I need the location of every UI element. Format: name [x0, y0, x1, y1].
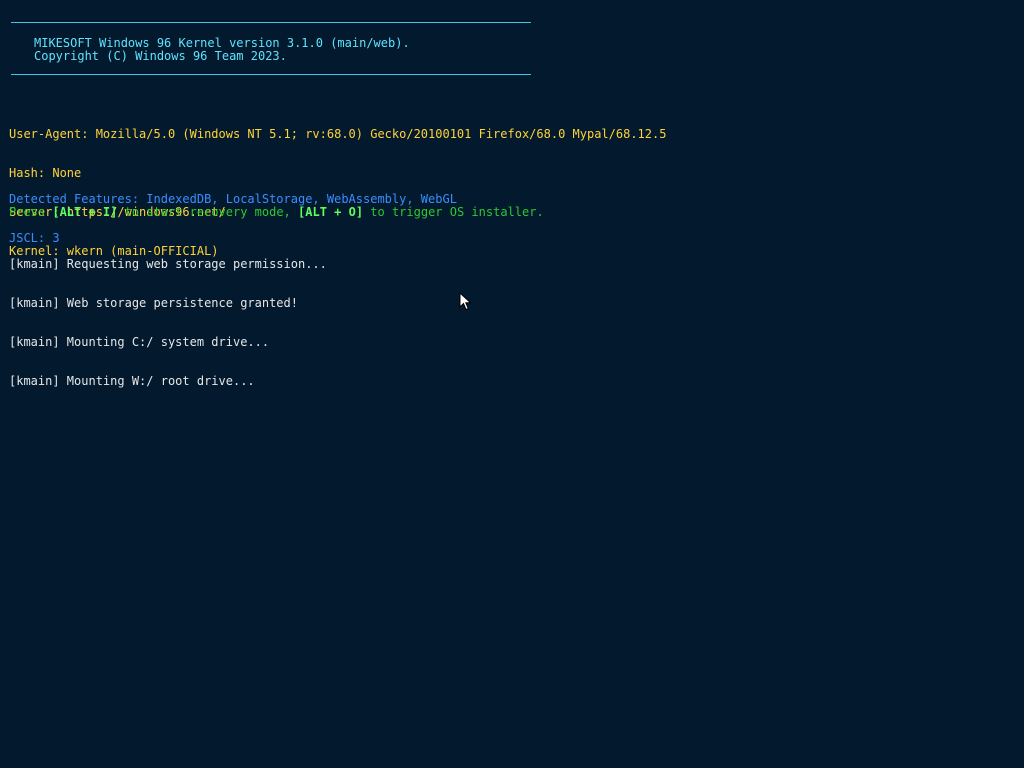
banner-top-rule [11, 22, 531, 23]
user-agent-line: User-Agent: Mozilla/5.0 (Windows NT 5.1;… [9, 127, 667, 141]
recovery-hint-line: Press [ALT + I] to start recovery mode, … [9, 206, 544, 219]
log-line: [kmain] Mounting W:/ root drive... [9, 374, 255, 388]
mouse-pointer-icon [459, 292, 472, 311]
boot-console: MIKESOFT Windows 96 Kernel version 3.1.0… [0, 0, 1024, 768]
log-line: [kmain] Requesting web storage permissio… [9, 257, 327, 271]
copyright-line: Copyright (C) Windows 96 Team 2023. [34, 49, 287, 63]
press-middle: to start recovery mode, [117, 205, 299, 219]
press-suffix: to trigger OS installer. [363, 205, 544, 219]
kernel-log: [kmain] Requesting web storage permissio… [9, 232, 327, 414]
installer-shortcut: [ALT + O] [298, 205, 364, 219]
log-line: [kmain] Mounting C:/ system drive... [9, 335, 270, 349]
press-prefix: Press [9, 205, 53, 219]
recovery-shortcut: [ALT + I] [52, 205, 118, 219]
log-line: [kmain] Web storage persistence granted! [9, 296, 298, 310]
banner-bottom-rule [11, 74, 531, 75]
